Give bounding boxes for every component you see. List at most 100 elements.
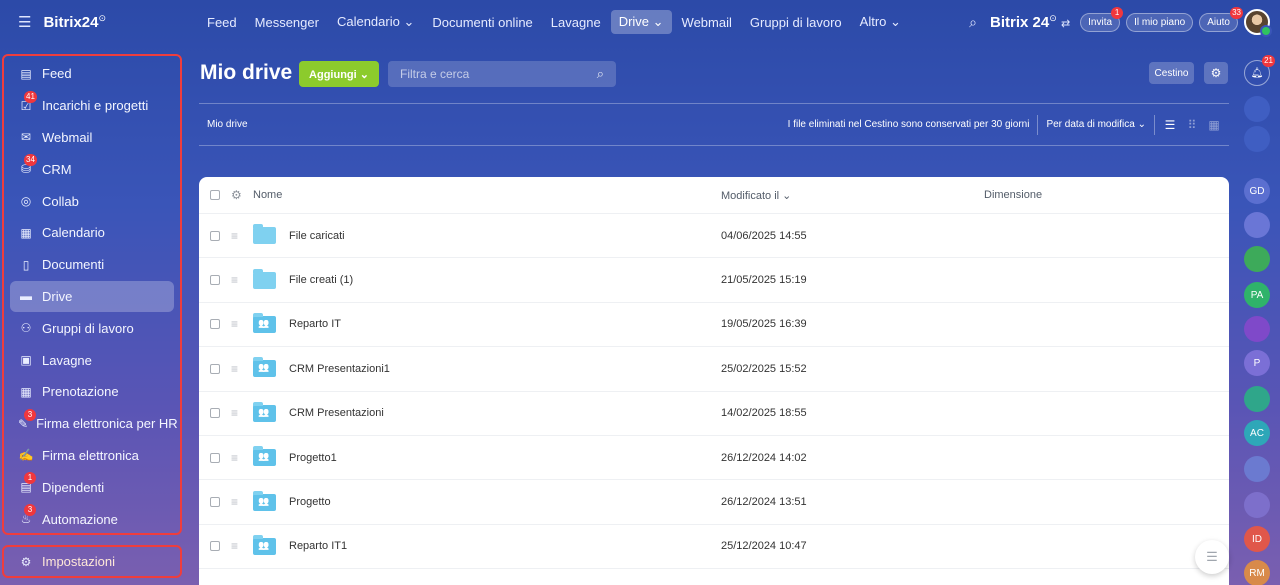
row-checkbox[interactable] bbox=[210, 408, 220, 419]
grid-large-view-icon[interactable]: ▦ bbox=[1207, 118, 1221, 132]
file-name[interactable]: File creati (1) bbox=[289, 274, 721, 286]
sidebar-item-label: Calendario bbox=[42, 225, 105, 241]
sidebar-item-firma-elettronica[interactable]: ✍ Firma elettronica bbox=[10, 440, 174, 472]
top-nav-item[interactable]: Webmail bbox=[674, 11, 740, 34]
sidebar-item-documenti[interactable]: ▯ Documenti bbox=[10, 249, 174, 281]
sidebar-item-firma-elettronica-per-hr[interactable]: ✎ 3 Firma elettronica per HR bbox=[10, 408, 178, 440]
add-button[interactable]: Aggiungi ⌄ bbox=[299, 61, 379, 87]
breadcrumb[interactable]: Mio drive bbox=[207, 119, 248, 130]
sidebar-item-lavagne[interactable]: ▣ Lavagne bbox=[10, 344, 174, 376]
top-nav-item[interactable]: Altro ⌄ bbox=[852, 10, 909, 34]
avatar-gd[interactable]: GD bbox=[1244, 178, 1270, 204]
my-plan-button[interactable]: Il mio piano bbox=[1126, 12, 1194, 32]
grid-small-view-icon[interactable]: ⠿ bbox=[1185, 118, 1199, 132]
file-name[interactable]: Progetto1 bbox=[289, 452, 721, 464]
top-nav-item[interactable]: Documenti online bbox=[424, 11, 540, 34]
file-name[interactable]: File caricati bbox=[289, 230, 721, 242]
avatar-ac[interactable]: AC bbox=[1244, 420, 1270, 446]
row-menu-icon[interactable]: ≡ bbox=[231, 362, 253, 376]
top-nav-item[interactable]: Drive ⌄ bbox=[610, 10, 672, 34]
sidebar-item-crm[interactable]: ⛁ 34 CRM bbox=[10, 153, 174, 185]
row-menu-icon[interactable]: ≡ bbox=[231, 539, 253, 553]
table-row[interactable]: ≡ CRM Presentazioni14/02/2025 18:55 bbox=[199, 392, 1229, 436]
sidebar-item-label: Prenotazione bbox=[42, 384, 119, 400]
checkbox[interactable] bbox=[210, 190, 220, 200]
search-icon[interactable]: ⌕ bbox=[597, 66, 604, 82]
row-menu-icon[interactable]: ≡ bbox=[231, 495, 253, 509]
copilot-icon[interactable] bbox=[1244, 96, 1270, 122]
row-menu-icon[interactable]: ≡ bbox=[231, 317, 253, 331]
settings-gear-icon[interactable]: ⚙ bbox=[1204, 62, 1228, 84]
top-nav-item[interactable]: Calendario ⌄ bbox=[329, 10, 422, 34]
top-nav-item[interactable]: Messenger bbox=[247, 11, 327, 34]
sidebar-item-settings[interactable]: ⚙ Impostazioni bbox=[2, 545, 182, 578]
row-checkbox[interactable] bbox=[210, 319, 220, 330]
row-checkbox[interactable] bbox=[210, 452, 220, 463]
sidebar-item-gruppi-di-lavoro[interactable]: ⚇ Gruppi di lavoro bbox=[10, 312, 174, 344]
video-icon[interactable] bbox=[1244, 456, 1270, 482]
column-header-modified[interactable]: Modificato il ⌄ bbox=[721, 189, 984, 202]
sidebar-item-collab[interactable]: ◎ Collab bbox=[10, 185, 174, 217]
row-menu-icon[interactable]: ≡ bbox=[231, 273, 253, 287]
bell-icon[interactable]: 🔔︎ 21 bbox=[1244, 55, 1275, 86]
column-header-size[interactable]: Dimensione bbox=[984, 189, 1229, 201]
search-icon[interactable]: ⌕ bbox=[962, 14, 984, 31]
top-nav-item[interactable]: Gruppi di lavoro bbox=[742, 11, 850, 34]
group-avatar-icon[interactable] bbox=[1244, 212, 1270, 238]
top-nav-item[interactable]: Lavagne bbox=[543, 11, 609, 34]
sort-dropdown[interactable]: Per data di modifica ⌄ bbox=[1046, 119, 1146, 130]
row-checkbox[interactable] bbox=[210, 541, 220, 552]
row-checkbox[interactable] bbox=[210, 497, 220, 508]
column-settings-icon[interactable]: ⚙ bbox=[231, 188, 253, 202]
row-menu-icon[interactable]: ≡ bbox=[231, 406, 253, 420]
video-icon-2[interactable] bbox=[1244, 492, 1270, 518]
row-checkbox[interactable] bbox=[210, 363, 220, 374]
avatar-rm[interactable]: RM bbox=[1244, 560, 1270, 585]
chat-icon[interactable] bbox=[1244, 126, 1270, 152]
row-menu-icon[interactable]: ≡ bbox=[231, 229, 253, 243]
table-row[interactable]: ≡ Progetto26/12/2024 13:51 bbox=[199, 480, 1229, 525]
file-name[interactable]: CRM Presentazioni1 bbox=[289, 363, 721, 375]
column-header-name[interactable]: Nome bbox=[253, 189, 721, 201]
sidebar-item-incarichi-e-progetti[interactable]: ☑ 41 Incarichi e progetti bbox=[10, 90, 174, 122]
sidebar-item-prenotazione[interactable]: ▦ Prenotazione bbox=[10, 376, 174, 408]
table-row[interactable]: ≡ Reparto IT19/05/2025 16:39 bbox=[199, 303, 1229, 348]
table-row[interactable]: ≡ File caricati 04/06/2025 14:55 bbox=[199, 214, 1229, 259]
trash-button[interactable]: Cestino bbox=[1149, 62, 1194, 84]
row-menu-icon[interactable]: ≡ bbox=[231, 451, 253, 465]
avatar-pa[interactable]: PA bbox=[1244, 282, 1270, 308]
list-view-icon[interactable]: ☰ bbox=[1163, 118, 1177, 132]
sidebar-item-webmail[interactable]: ✉ Webmail bbox=[10, 122, 174, 154]
sidebar-item-automazione[interactable]: ♨ 3 Automazione bbox=[10, 503, 174, 535]
file-name[interactable]: Reparto IT bbox=[289, 318, 721, 330]
sidebar-item-dipendenti[interactable]: ▤ 1 Dipendenti bbox=[10, 471, 174, 503]
avatar-id[interactable]: ID bbox=[1244, 526, 1270, 552]
help-button[interactable]: Aiuto 33 bbox=[1199, 6, 1243, 32]
select-all-checkbox[interactable] bbox=[199, 190, 231, 200]
table-row[interactable]: ≡ Progetto126/12/2024 14:02 bbox=[199, 436, 1229, 481]
table-row[interactable]: ≡ Reparto IT125/12/2024 10:47 bbox=[199, 525, 1229, 570]
table-row[interactable]: ≡ File creati (1) 21/05/2025 15:19 bbox=[199, 258, 1229, 303]
group-green-icon[interactable] bbox=[1244, 246, 1270, 272]
top-nav-item[interactable]: Feed bbox=[199, 11, 245, 34]
lines-menu-icon[interactable]: ☰ bbox=[1195, 540, 1229, 574]
brand-logo-right[interactable]: Bitrix 24⊙ ⇄ bbox=[990, 13, 1070, 31]
automation-icon: ♨ 3 bbox=[18, 504, 36, 527]
file-name[interactable]: CRM Presentazioni bbox=[289, 407, 721, 419]
menu-icon[interactable]: ☰ bbox=[18, 13, 31, 31]
row-checkbox[interactable] bbox=[210, 230, 220, 241]
logo[interactable]: Bitrix24⊙ bbox=[43, 13, 106, 31]
search-field[interactable]: ⌕ bbox=[388, 61, 616, 87]
invite-button[interactable]: Invita 1 bbox=[1080, 6, 1124, 32]
file-name[interactable]: Progetto bbox=[289, 496, 721, 508]
table-row[interactable]: ≡ CRM Presentazioni125/02/2025 15:52 bbox=[199, 347, 1229, 392]
sidebar-item-calendario[interactable]: ▦ Calendario bbox=[10, 217, 174, 249]
avatar-p[interactable]: P bbox=[1244, 350, 1270, 376]
sidebar-item-drive[interactable]: ▬ Drive bbox=[10, 280, 174, 313]
search-input[interactable] bbox=[400, 67, 597, 81]
row-checkbox[interactable] bbox=[210, 275, 220, 286]
file-name[interactable]: Reparto IT1 bbox=[289, 540, 721, 552]
task-chat-icon[interactable] bbox=[1244, 386, 1270, 412]
copilot-chat-icon[interactable] bbox=[1244, 316, 1270, 342]
sidebar-item-feed[interactable]: ▤ Feed bbox=[10, 58, 174, 90]
